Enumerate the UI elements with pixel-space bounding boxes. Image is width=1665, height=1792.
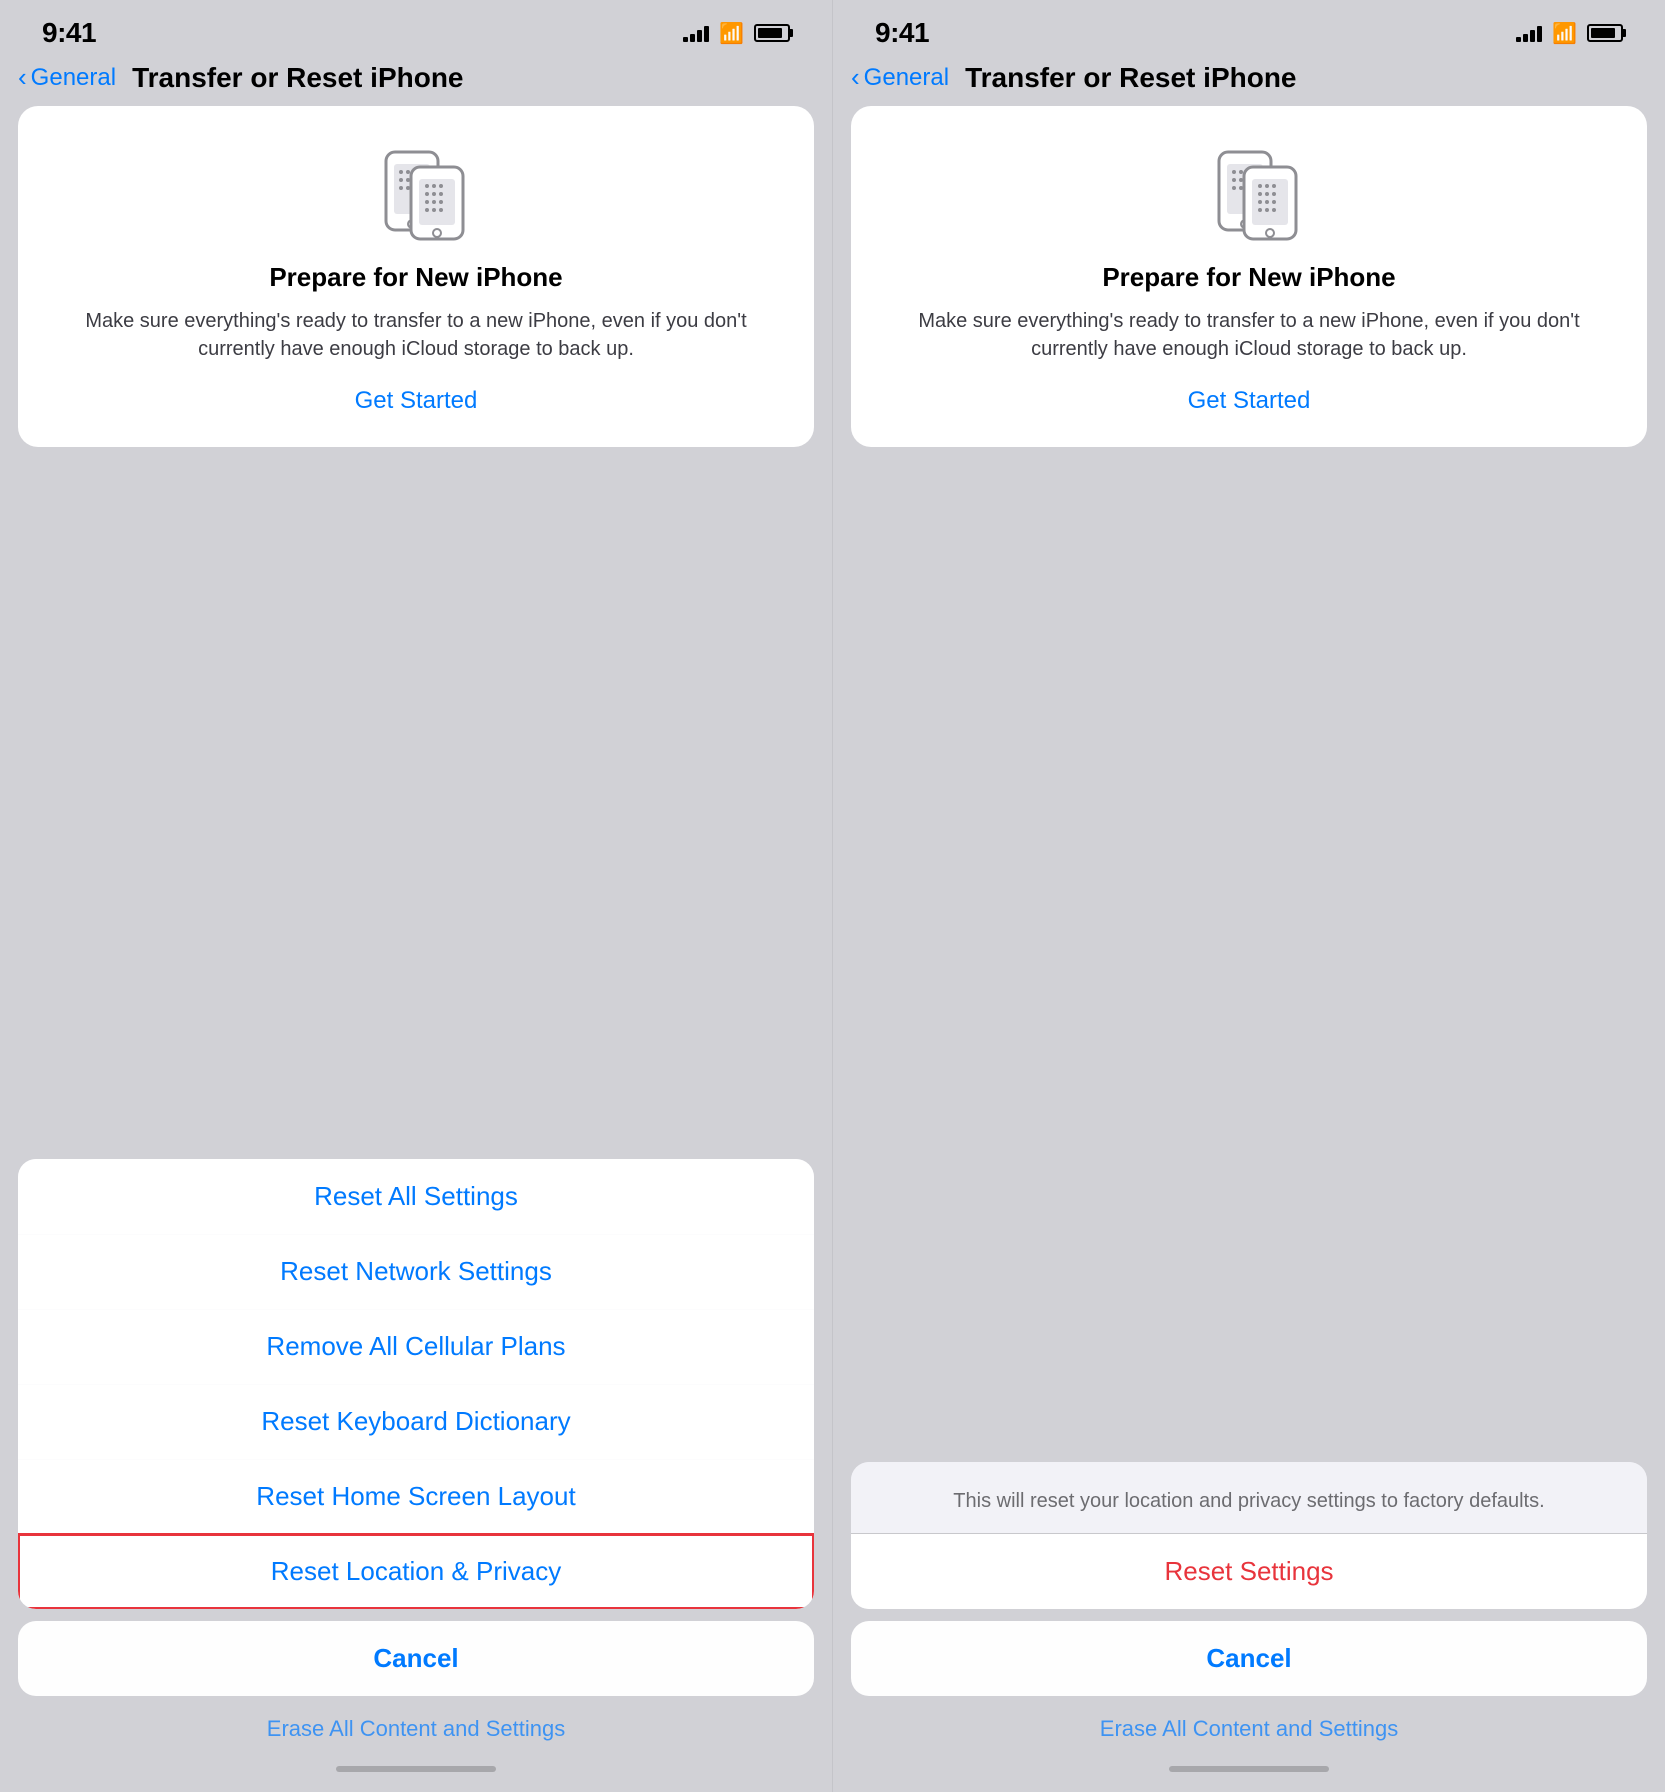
right-prepare-desc: Make sure everything's ready to transfer…: [883, 307, 1615, 363]
left-reset-all-settings-label: Reset All Settings: [314, 1181, 518, 1212]
right-back-label: General: [864, 64, 949, 92]
left-phone-panel: 9:41 📶 ‹ General Transfer or Reset iPhon…: [0, 0, 832, 1792]
right-get-started-button[interactable]: Get Started: [1188, 383, 1311, 419]
left-reset-all-settings-button[interactable]: Reset All Settings: [18, 1159, 814, 1234]
left-signal-icon: [683, 24, 709, 42]
left-reset-location-privacy-button[interactable]: Reset Location & Privacy: [18, 1534, 814, 1609]
left-remove-cellular-plans-button[interactable]: Remove All Cellular Plans: [18, 1309, 814, 1384]
right-nav-bar: ‹ General Transfer or Reset iPhone: [851, 56, 1647, 106]
right-reset-settings-label: Reset Settings: [1164, 1556, 1333, 1587]
left-action-sheet-overlay: Reset All Settings Reset Network Setting…: [0, 1159, 832, 1792]
left-time: 9:41: [42, 17, 96, 49]
left-reset-home-screen-button[interactable]: Reset Home Screen Layout: [18, 1459, 814, 1534]
left-cancel-button[interactable]: Cancel: [18, 1621, 814, 1696]
right-prepare-title: Prepare for New iPhone: [1102, 262, 1395, 293]
right-cancel-button[interactable]: Cancel: [851, 1621, 1647, 1696]
right-wifi-icon: 📶: [1552, 21, 1577, 46]
right-confirm-overlay: This will reset your location and privac…: [833, 1462, 1665, 1792]
left-transfer-icon: [356, 142, 476, 242]
left-reset-network-settings-button[interactable]: Reset Network Settings: [18, 1234, 814, 1309]
right-home-indicator: [1169, 1766, 1329, 1772]
right-phone-icon: [1189, 142, 1309, 242]
left-cancel-sheet: Cancel: [18, 1621, 814, 1696]
right-battery-icon: [1587, 24, 1623, 42]
left-reset-home-screen-label: Reset Home Screen Layout: [256, 1481, 575, 1512]
right-cancel-label: Cancel: [1206, 1643, 1291, 1674]
right-status-bar: 9:41 📶: [851, 0, 1647, 56]
left-prepare-title: Prepare for New iPhone: [269, 262, 562, 293]
left-reset-location-privacy-label: Reset Location & Privacy: [271, 1556, 561, 1587]
left-status-icons: 📶: [683, 21, 790, 46]
right-back-button[interactable]: ‹ General: [851, 64, 949, 93]
left-get-started-button[interactable]: Get Started: [355, 383, 478, 419]
right-transfer-icon: [1189, 142, 1309, 242]
right-reset-settings-button[interactable]: Reset Settings: [851, 1533, 1647, 1609]
right-back-chevron-icon: ‹: [851, 62, 860, 93]
left-page-title: Transfer or Reset iPhone: [132, 62, 463, 94]
right-time: 9:41: [875, 17, 929, 49]
left-back-label: General: [31, 64, 116, 92]
left-action-sheet: Reset All Settings Reset Network Setting…: [18, 1159, 814, 1609]
right-status-icons: 📶: [1516, 21, 1623, 46]
left-back-chevron-icon: ‹: [18, 62, 27, 93]
left-reset-keyboard-dictionary-button[interactable]: Reset Keyboard Dictionary: [18, 1384, 814, 1459]
left-reset-network-settings-label: Reset Network Settings: [280, 1256, 552, 1287]
right-signal-icon: [1516, 24, 1542, 42]
right-prepare-card: Prepare for New iPhone Make sure everyth…: [851, 106, 1647, 447]
left-wifi-icon: 📶: [719, 21, 744, 46]
left-status-bar: 9:41 📶: [18, 0, 814, 56]
left-phone-icon: [356, 142, 476, 242]
left-back-button[interactable]: ‹ General: [18, 64, 116, 93]
left-erase-partial: Erase All Content and Settings: [18, 1708, 814, 1746]
right-erase-partial: Erase All Content and Settings: [851, 1708, 1647, 1746]
left-home-indicator: [336, 1766, 496, 1772]
left-prepare-card: Prepare for New iPhone Make sure everyth…: [18, 106, 814, 447]
right-confirm-description: This will reset your location and privac…: [851, 1462, 1647, 1533]
right-phone-panel: 9:41 📶 ‹ General Transfer or Reset iPhon…: [833, 0, 1665, 1792]
left-prepare-desc: Make sure everything's ready to transfer…: [50, 307, 782, 363]
left-reset-keyboard-dictionary-label: Reset Keyboard Dictionary: [261, 1406, 570, 1437]
left-battery-icon: [754, 24, 790, 42]
right-confirm-sheet: This will reset your location and privac…: [851, 1462, 1647, 1609]
right-cancel-sheet: Cancel: [851, 1621, 1647, 1696]
left-cancel-label: Cancel: [373, 1643, 458, 1674]
left-nav-bar: ‹ General Transfer or Reset iPhone: [18, 56, 814, 106]
left-remove-cellular-plans-label: Remove All Cellular Plans: [266, 1331, 565, 1362]
right-page-title: Transfer or Reset iPhone: [965, 62, 1296, 94]
